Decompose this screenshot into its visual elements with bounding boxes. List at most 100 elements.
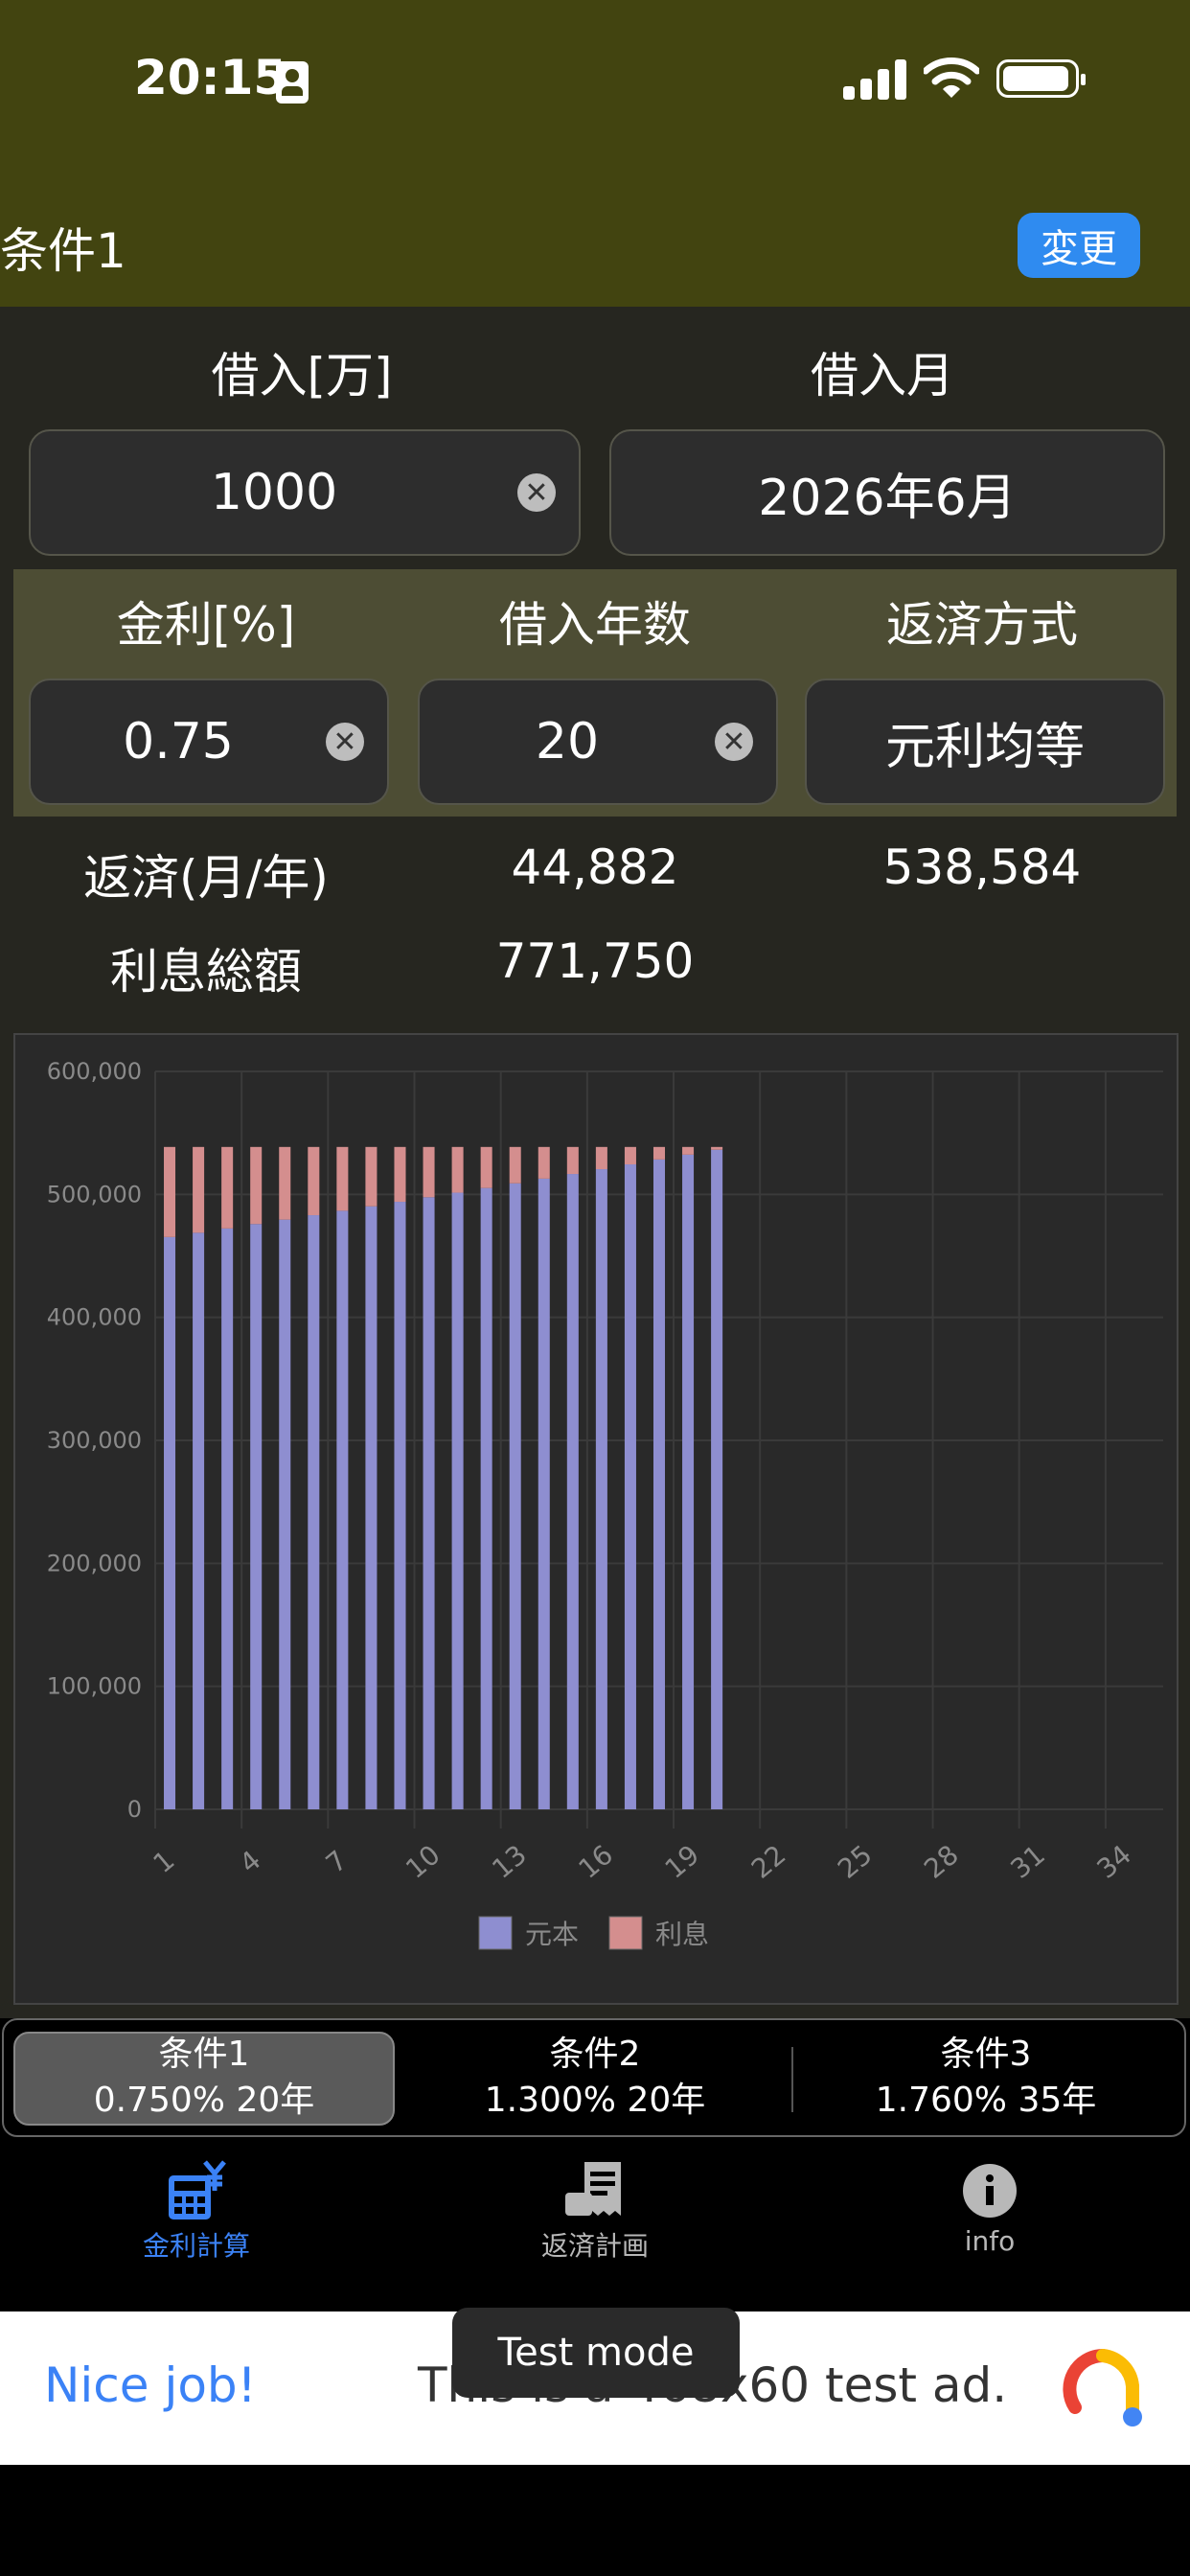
bar-principal: [595, 1169, 607, 1809]
condition-tab-2[interactable]: 条件2 1.300% 20年: [404, 2032, 786, 2128]
method-label: 返済方式: [886, 597, 1078, 653]
condition-name: 条件1: [158, 2035, 250, 2074]
bar-principal: [365, 1206, 378, 1809]
bar-interest: [250, 1146, 263, 1225]
bar-principal: [538, 1178, 550, 1809]
bar-interest: [365, 1146, 378, 1207]
condition-detail: 1.760% 35年: [875, 2081, 1097, 2120]
yearly-repay-value: 538,584: [882, 840, 1082, 895]
bar-principal: [193, 1232, 205, 1809]
ad-left-text: Nice job!: [44, 2358, 257, 2413]
years-input[interactable]: 20 ✕: [418, 678, 778, 805]
bar-principal: [509, 1183, 521, 1809]
y-tick-label: 0: [127, 1796, 142, 1823]
bar-principal: [711, 1149, 723, 1809]
bar-principal: [394, 1202, 406, 1809]
signal-icon: [843, 59, 906, 100]
loan-month-select[interactable]: 2026年6月: [609, 429, 1165, 556]
bar-principal: [308, 1215, 320, 1809]
condition-name: 条件3: [940, 2035, 1032, 2074]
nav-item-info[interactable]: info: [899, 2158, 1081, 2283]
bar-interest: [509, 1146, 521, 1184]
condition-name: 条件2: [549, 2035, 641, 2074]
bar-principal: [566, 1174, 579, 1809]
clear-icon[interactable]: ✕: [715, 723, 753, 761]
bar-principal: [221, 1228, 234, 1809]
condition-detail: 1.300% 20年: [484, 2081, 706, 2120]
y-tick-label: 100,000: [47, 1673, 142, 1700]
interest-total-label: 利息総額: [110, 944, 302, 1000]
x-tick-label: 10: [400, 1839, 446, 1885]
nav-item-interest-calc[interactable]: 金利計算: [105, 2158, 287, 2283]
nav-label: 金利計算: [142, 2230, 250, 2262]
y-tick-label: 500,000: [47, 1181, 142, 1208]
x-tick-label: 7: [320, 1844, 354, 1879]
x-tick-label: 19: [659, 1839, 706, 1885]
legend-swatch: [608, 1916, 643, 1950]
clear-icon[interactable]: ✕: [517, 473, 556, 512]
loan-amount-value: 1000: [210, 464, 338, 521]
clear-icon[interactable]: ✕: [326, 723, 364, 761]
bar-principal: [624, 1164, 636, 1809]
x-tick-label: 4: [234, 1844, 267, 1879]
rate-input[interactable]: 0.75 ✕: [29, 678, 389, 805]
nav-label: info: [964, 2225, 1016, 2257]
rate-value: 0.75: [123, 713, 234, 770]
y-tick-label: 200,000: [47, 1550, 142, 1576]
bar-principal: [682, 1154, 695, 1809]
bar-principal: [451, 1192, 464, 1809]
bar-interest: [652, 1146, 666, 1160]
years-label: 借入年数: [499, 597, 691, 653]
bar-principal: [652, 1159, 666, 1809]
monthly-repay-value: 44,882: [511, 840, 679, 895]
calculator-yen-icon: [169, 2160, 226, 2220]
bar-principal: [164, 1236, 176, 1809]
bar-interest: [193, 1146, 205, 1233]
bar-interest: [423, 1146, 435, 1198]
bar-interest: [682, 1146, 695, 1155]
status-time: 20:15: [134, 50, 287, 105]
bar-interest: [566, 1146, 579, 1175]
nav-item-repay-plan[interactable]: 返済計画: [504, 2158, 686, 2283]
bar-principal: [279, 1219, 291, 1809]
y-tick-label: 600,000: [47, 1058, 142, 1085]
x-tick-label: 22: [745, 1839, 792, 1885]
rate-label: 金利[%]: [116, 597, 296, 653]
x-tick-label: 28: [918, 1839, 965, 1885]
x-tick-label: 13: [486, 1839, 533, 1885]
x-tick-label: 31: [1004, 1839, 1051, 1885]
loan-month-value: 2026年6月: [758, 469, 1017, 527]
condition-tab-3[interactable]: 条件3 1.760% 35年: [795, 2032, 1177, 2128]
legend-swatch: [478, 1916, 513, 1950]
receipt-icon: [565, 2162, 621, 2216]
condition-tab-1[interactable]: 条件1 0.750% 20年: [13, 2032, 395, 2128]
y-tick-label: 400,000: [47, 1304, 142, 1331]
bar-principal: [423, 1197, 435, 1809]
bar-interest: [480, 1146, 492, 1188]
bar-interest: [595, 1146, 607, 1170]
bar-interest: [336, 1146, 349, 1211]
bar-interest: [538, 1146, 550, 1179]
info-icon: [963, 2164, 1017, 2218]
bar-interest: [308, 1146, 320, 1216]
header-bar: [0, 172, 1190, 307]
bar-interest: [451, 1146, 464, 1193]
x-tick-label: 34: [1091, 1839, 1138, 1885]
years-value: 20: [535, 713, 600, 770]
nav-label: 返済計画: [540, 2230, 649, 2262]
repay-label: 返済(月/年): [83, 850, 329, 906]
change-button[interactable]: 変更: [1018, 213, 1140, 278]
method-value: 元利均等: [884, 718, 1085, 776]
legend-label: 元本: [525, 1919, 579, 1950]
bar-interest: [164, 1146, 176, 1237]
loan-month-label: 借入月: [811, 348, 954, 403]
loan-amount-input[interactable]: 1000 ✕: [29, 429, 581, 556]
x-tick-label: 25: [832, 1839, 879, 1885]
y-tick-label: 300,000: [47, 1427, 142, 1454]
bottom-safe-area: [0, 2465, 1190, 2576]
bar-principal: [336, 1210, 349, 1809]
page-title: 条件1: [0, 223, 126, 279]
ad-logo-icon: [1063, 2349, 1142, 2426]
x-tick-label: 16: [573, 1839, 620, 1885]
method-select[interactable]: 元利均等: [805, 678, 1165, 805]
